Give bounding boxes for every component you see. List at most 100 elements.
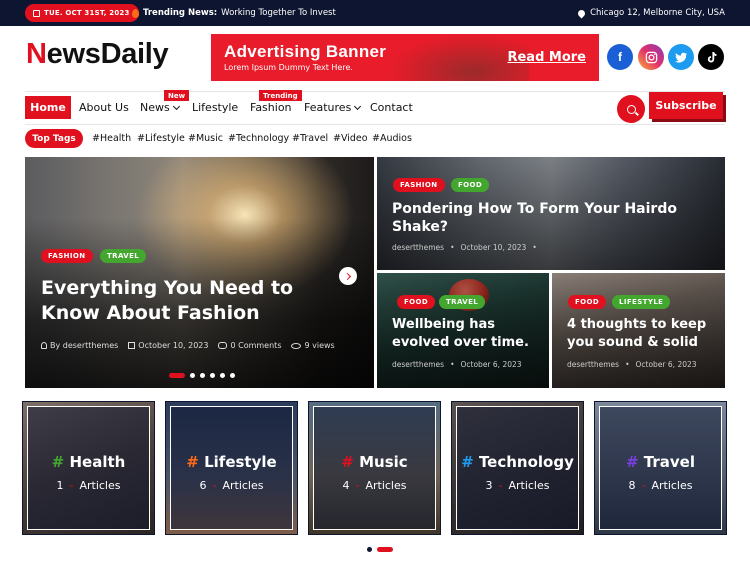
advertising-banner[interactable]: Advertising Banner Lorem Ipsum Dummy Tex… [211,34,599,81]
nav-features[interactable]: Features [304,96,362,119]
category-name: # Music [314,453,435,471]
category-tile-music[interactable]: # Music 4- Articles [308,401,441,535]
category-badge[interactable]: FOOD [451,178,490,192]
subscribe-button[interactable]: Subscribe [649,92,723,119]
category-carousel-pagination [367,547,393,552]
tag-lifestyle[interactable]: #Lifestyle [137,129,185,148]
tag-technology[interactable]: #Technology [228,129,289,148]
nav-lifestyle[interactable]: Lifestyle [192,96,238,119]
slider-pagination [169,373,235,378]
count-number: 6 [199,479,207,492]
nav-home[interactable]: Home [25,96,71,119]
category-badge[interactable]: TRAVEL [100,249,147,263]
twitter-icon[interactable] [668,44,694,70]
tag-travel[interactable]: #Travel [292,129,328,148]
top-bar: TUE. OCT 31ST, 2023 Trending News: Worki… [0,0,750,26]
trending-news[interactable]: Trending News: Working Together To Inves… [132,0,336,26]
count-label: Articles [222,479,264,492]
slider-dot[interactable] [190,373,195,378]
tiktok-icon[interactable] [698,44,724,70]
slider-dot[interactable] [230,373,235,378]
slider-dot[interactable] [220,373,225,378]
trending-badge: Trending [259,90,302,101]
category-name: # Health [28,453,149,471]
carousel-dot[interactable] [367,547,372,552]
views-text: 9 views [304,341,335,350]
tag-audios[interactable]: #Audios [372,129,412,148]
slider-next-button[interactable] [339,267,357,285]
post-meta: desertthemes • October 6, 2023 [567,360,697,369]
chevron-down-icon [354,102,362,110]
instagram-icon[interactable] [638,44,664,70]
post-date: October 10, 2023 [128,341,208,350]
carousel-dot[interactable] [377,547,393,552]
post-meta: desertthemes • October 6, 2023 [392,360,522,369]
featured-small-card[interactable]: FOOD LIFESTYLE 4 thoughts to keep you so… [552,273,725,388]
slider-dot[interactable] [200,373,205,378]
tag-health[interactable]: #Health [92,129,131,148]
featured-small-card[interactable]: FOOD TRAVEL Wellbeing has evolved over t… [377,273,549,388]
count-label: Articles [508,479,550,492]
category-name: # Travel [600,453,721,471]
date-text: October 6, 2023 [460,360,522,369]
tile-frame: # Health 1- Articles [27,406,150,530]
author[interactable]: By desertthemes [41,341,118,350]
facebook-icon[interactable]: f [607,44,633,70]
tile-frame: # Technology 3- Articles [456,406,579,530]
category-tile-travel[interactable]: # Travel 8- Articles [594,401,727,535]
hash-icon: # [51,453,65,471]
eye-icon [291,342,302,349]
chevron-right-icon [343,272,351,280]
category-badge[interactable]: TRAVEL [439,295,486,309]
category-name-text: Music [359,453,408,471]
slider-dot[interactable] [169,373,185,378]
category-count: 6- Articles [171,479,292,492]
site-logo[interactable]: NewsDaily [26,38,169,71]
count-label: Articles [365,479,407,492]
views: 9 views [291,341,335,350]
category-badge[interactable]: FOOD [568,295,607,309]
trending-text[interactable]: Working Together To Invest [221,8,336,18]
category-count: 8- Articles [600,479,721,492]
nav-about-us[interactable]: About Us [79,96,129,119]
card-title[interactable]: Wellbeing has evolved over time. [392,316,542,352]
card-title[interactable]: 4 thoughts to keep you sound & solid [567,316,717,352]
tag-music[interactable]: #Music [188,129,223,148]
hash-icon: # [461,453,474,471]
author-text[interactable]: desertthemes [392,360,444,369]
author-text[interactable]: desertthemes [567,360,619,369]
tile-frame: # Music 4- Articles [313,406,436,530]
count-label: Articles [79,479,121,492]
category-tile-health[interactable]: # Health 1- Articles [22,401,155,535]
author-text[interactable]: desertthemes [392,243,444,252]
slider-dot[interactable] [210,373,215,378]
featured-main-card[interactable]: FASHION TRAVEL Everything You Need to Kn… [25,157,374,388]
category-badge[interactable]: FASHION [393,178,445,192]
count-number: 3 [485,479,493,492]
count-separator: - [641,479,646,492]
meta-separator: • [625,360,630,369]
date-text: October 10, 2023 [460,243,527,252]
nav-news-label: News [140,101,170,114]
tag-video[interactable]: #Video [333,129,368,148]
search-icon [626,104,636,114]
category-badge[interactable]: FASHION [41,249,93,263]
search-button[interactable] [617,95,645,123]
calendar-icon [128,342,136,349]
nav-contact[interactable]: Contact [370,96,413,119]
ad-subtitle: Lorem Ipsum Dummy Text Here. [224,63,353,72]
meta-separator: • [532,243,537,252]
date-text: October 6, 2023 [635,360,697,369]
category-tile-lifestyle[interactable]: # Lifestyle 6- Articles [165,401,298,535]
featured-title[interactable]: Everything You Need to Know About Fashio… [41,276,351,326]
category-tile-technology[interactable]: # Technology 3- Articles [451,401,584,535]
ad-read-more-link[interactable]: Read More [507,50,586,65]
category-count: 4- Articles [314,479,435,492]
category-count: 1- Articles [28,479,149,492]
category-badge[interactable]: LIFESTYLE [612,295,671,309]
category-badge[interactable]: FOOD [397,295,436,309]
count-separator: - [212,479,217,492]
card-title[interactable]: Pondering How To Form Your Hairdo Shake? [392,200,692,236]
featured-top-card[interactable]: FASHION FOOD Pondering How To Form Your … [377,157,725,270]
comments[interactable]: 0 Comments [218,341,281,350]
